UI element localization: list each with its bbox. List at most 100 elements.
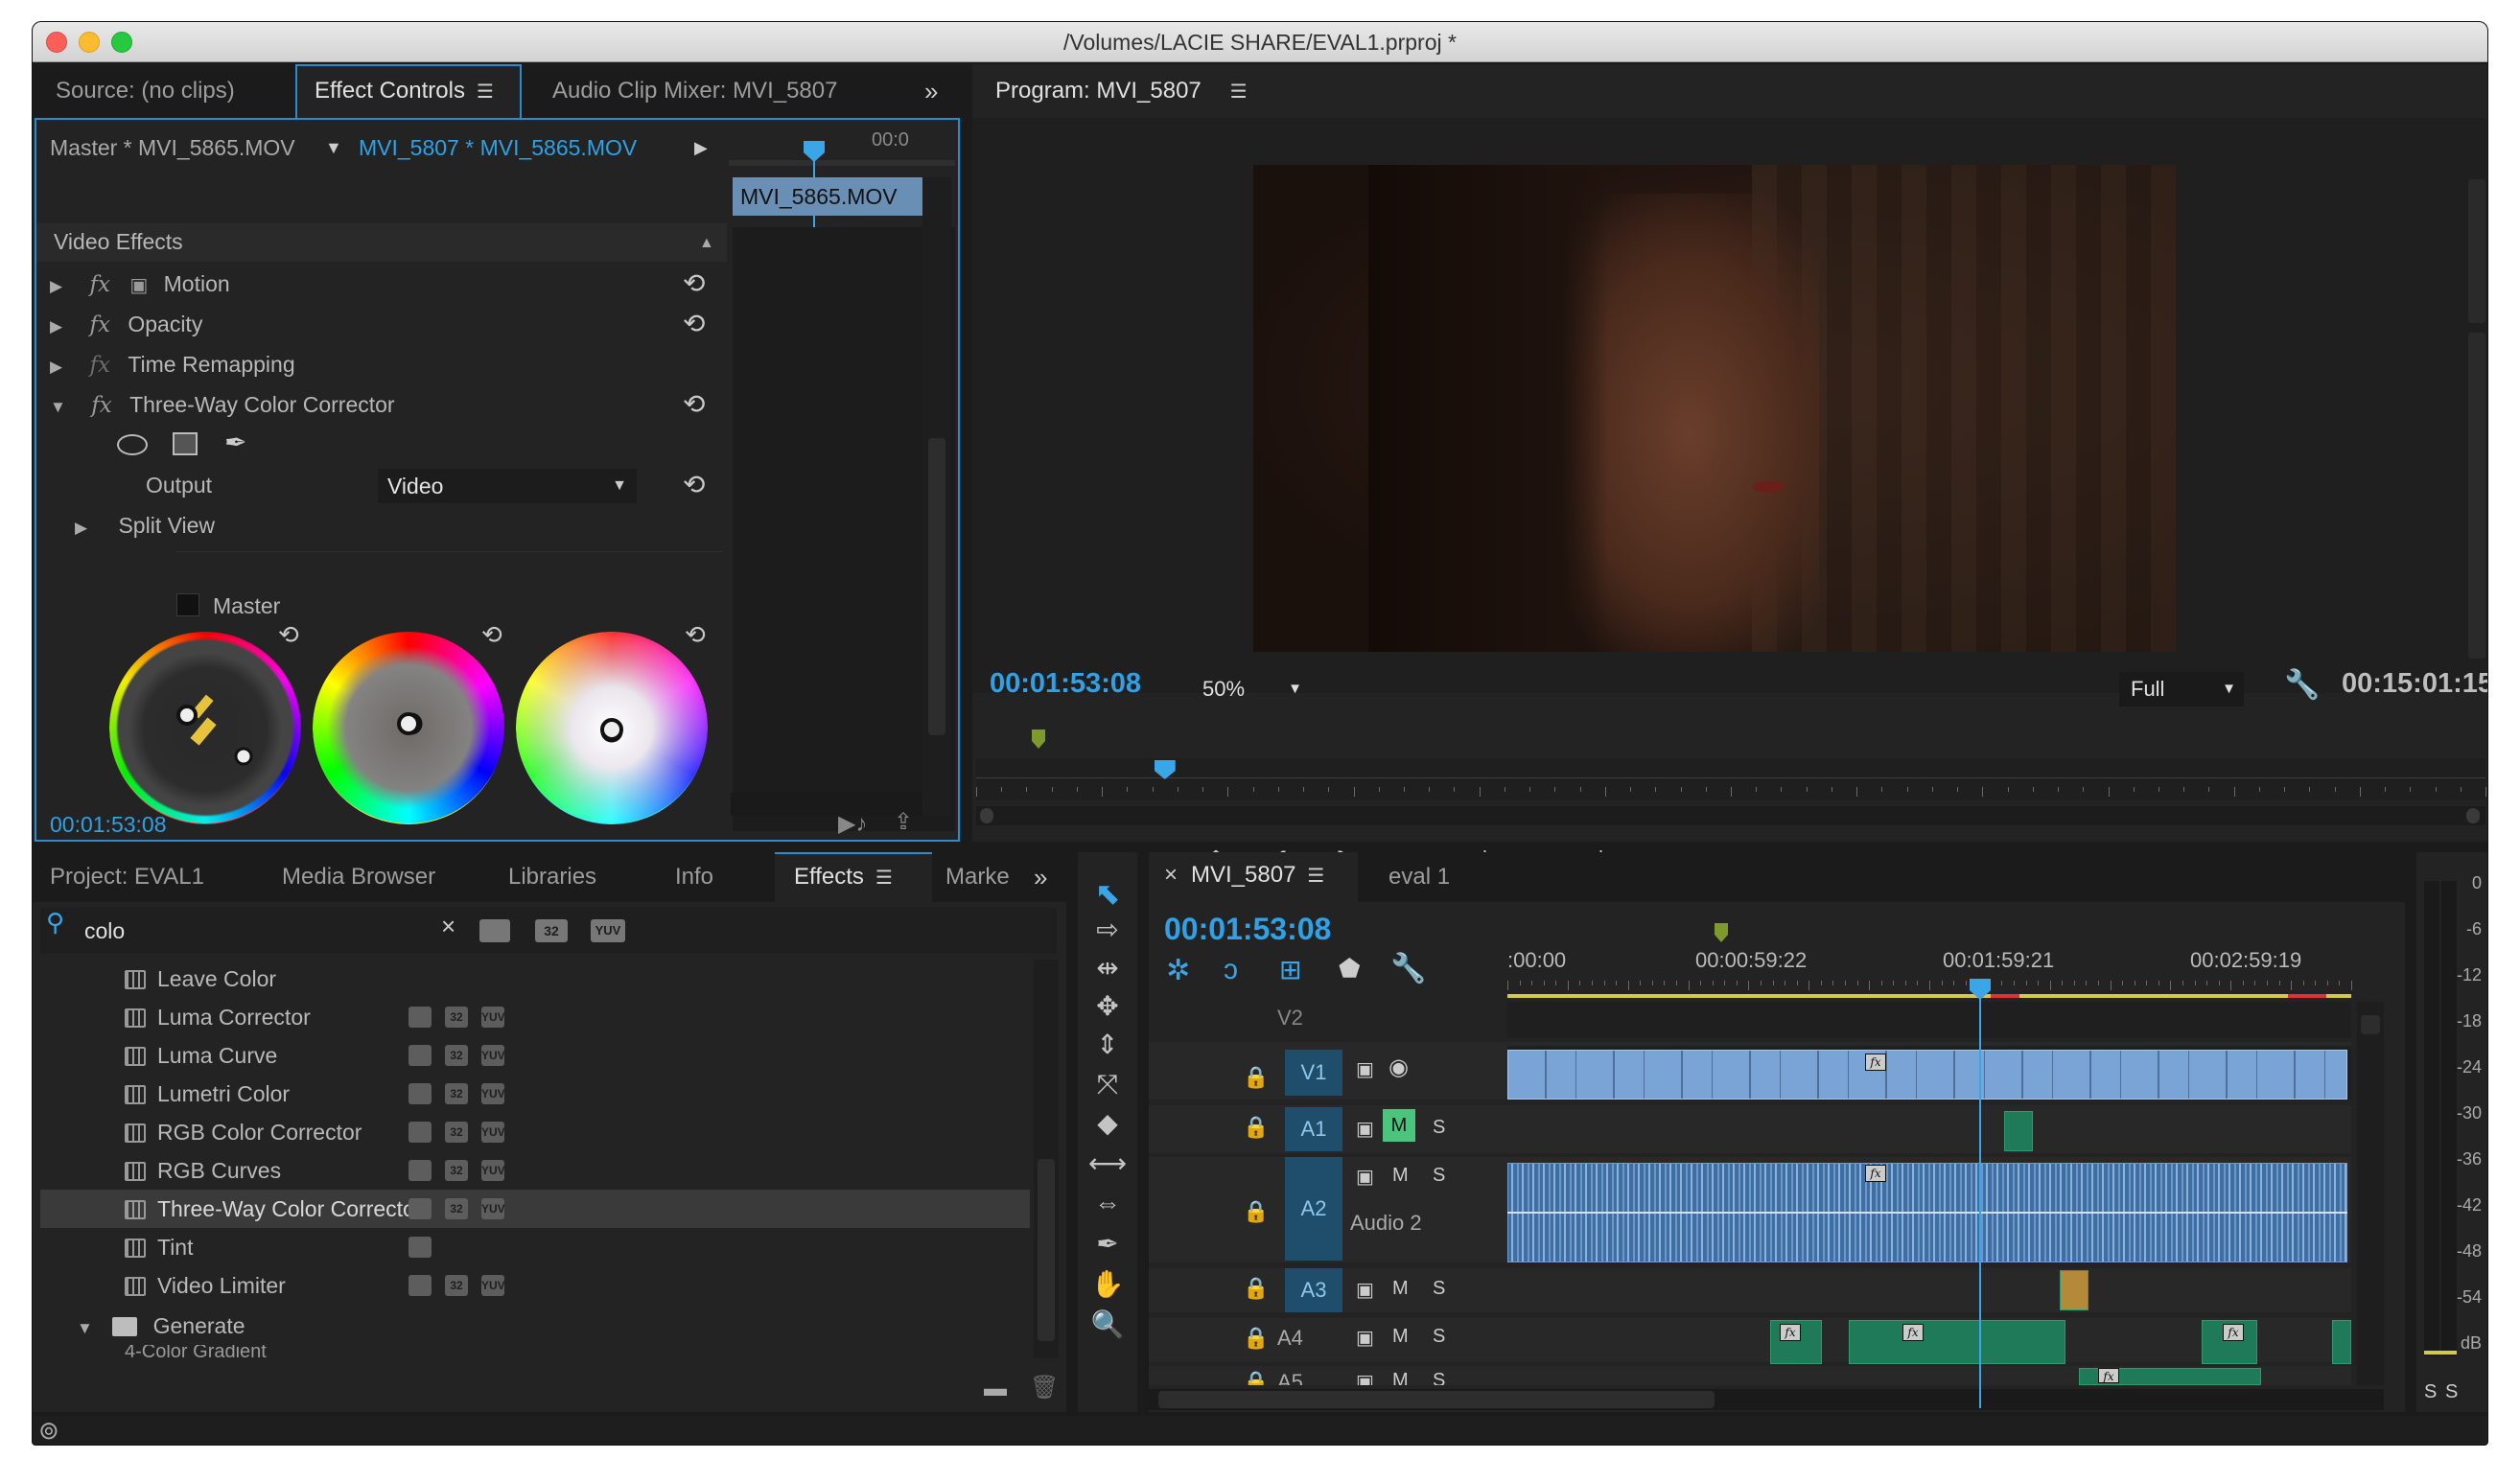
expand-triangle-icon[interactable]: ▶ xyxy=(50,317,62,336)
video-clip-v1[interactable] xyxy=(1507,1050,2347,1100)
effects-search-input[interactable] xyxy=(84,915,449,946)
reset-icon[interactable]: ⟲ xyxy=(683,384,705,425)
playhead-marker-icon[interactable] xyxy=(804,141,825,162)
transform-icon[interactable]: ▣ xyxy=(129,275,148,296)
lock-icon[interactable]: 🔒 xyxy=(1243,1115,1269,1140)
effect-motion-row[interactable]: ▶ fx ▣ Motion ⟲ xyxy=(50,264,721,304)
accelerated-effects-filter-icon[interactable] xyxy=(479,919,510,942)
eye-icon[interactable]: ◉ xyxy=(1388,1054,1409,1081)
tab-info[interactable]: Info xyxy=(675,852,713,902)
razor-tool-icon[interactable]: ⤧ xyxy=(1078,1069,1137,1100)
fx-badge-icon[interactable]: fx xyxy=(1865,1054,1886,1071)
fx-badge-icon[interactable]: fx xyxy=(1865,1165,1886,1182)
audio-scrub-icon[interactable]: ▶♪ xyxy=(838,810,867,838)
panel-menu-icon[interactable]: ☰ xyxy=(875,868,893,889)
master-checkbox[interactable] xyxy=(176,593,199,616)
export-icon[interactable]: ⇪ xyxy=(894,808,913,836)
expand-triangle-icon[interactable]: ▶ xyxy=(75,519,87,537)
yuv-filter-icon[interactable]: YUV xyxy=(591,919,625,942)
fx-icon[interactable]: fx xyxy=(89,272,109,297)
selection-tool-icon[interactable]: ⬉ xyxy=(1078,875,1137,912)
solo-track-button[interactable]: S xyxy=(1433,1278,1445,1300)
toggle-sync-lock-icon[interactable]: ▣ xyxy=(1356,1165,1374,1189)
lock-icon[interactable]: 🔒 xyxy=(1243,1276,1269,1301)
hand-tool-icon[interactable]: ✋ xyxy=(1078,1268,1137,1300)
close-tab-icon[interactable]: × xyxy=(1164,862,1178,888)
rolling-edit-tool-icon[interactable]: ✥ xyxy=(1078,990,1137,1022)
panel-menu-icon[interactable]: ☰ xyxy=(1230,81,1248,103)
program-timecode[interactable]: 00:01:53:08 xyxy=(990,668,1141,700)
track-a4-label[interactable]: A4 xyxy=(1277,1326,1303,1351)
scrollbar-thumb[interactable] xyxy=(928,438,945,735)
effect-controls-timecode[interactable]: 00:01:53:08 xyxy=(50,812,167,838)
wrench-icon[interactable]: 🔧 xyxy=(2284,668,2320,702)
quality-dropdown[interactable]: Full ▼ xyxy=(2119,672,2244,706)
chevron-down-icon[interactable]: ▼ xyxy=(325,127,342,168)
effect-list-item[interactable]: RGB Color Corrector 32 YUV xyxy=(40,1113,1030,1151)
ripple-edit-tool-icon[interactable]: ⇹ xyxy=(1078,952,1137,984)
effect-opacity-row[interactable]: ▶ fx Opacity ⟲ xyxy=(50,304,721,344)
toggle-sync-lock-icon[interactable]: ▣ xyxy=(1356,1278,1374,1302)
zoom-scroll-bar[interactable] xyxy=(976,806,2485,825)
32bit-filter-icon[interactable]: 32 xyxy=(535,919,568,942)
tab-sequence-mvi5807[interactable]: × MVI_5807 ☰ xyxy=(1149,852,1358,902)
pen-icon[interactable]: ✒ xyxy=(1078,1228,1137,1260)
in-marker-icon[interactable] xyxy=(1032,729,1045,749)
effect-list-item[interactable]: Luma Corrector 32 YUV xyxy=(40,998,1030,1036)
timeline-timecode[interactable]: 00:01:53:08 xyxy=(1164,912,1331,947)
fx-badge-icon[interactable]: fx xyxy=(2098,1368,2119,1383)
monitor-scroll-top[interactable] xyxy=(2468,179,2485,323)
add-marker-icon[interactable]: ⬟ xyxy=(1339,954,1361,984)
insert-nest-icon[interactable]: ⊞ xyxy=(1279,954,1301,985)
audio-clip-a4-4[interactable] xyxy=(2332,1320,2351,1364)
rate-stretch-tool-icon[interactable]: ⇕ xyxy=(1078,1029,1137,1060)
new-bin-icon[interactable]: ▬ xyxy=(984,1376,1007,1402)
effect-time-remapping-row[interactable]: ▶ fx Time Remapping xyxy=(50,344,721,384)
track-select-tool-icon[interactable]: ⇨ xyxy=(1078,914,1137,945)
audio-clip-a4-2[interactable] xyxy=(1849,1320,2065,1364)
panel-menu-icon[interactable]: ☰ xyxy=(1307,866,1324,887)
effect-list-item[interactable]: RGB Curves 32 YUV xyxy=(40,1151,1030,1190)
slip-tool-icon[interactable]: ◆ xyxy=(1078,1107,1137,1139)
zoom-scroll-handle-left[interactable] xyxy=(980,808,993,823)
lock-icon[interactable]: 🔒 xyxy=(1243,1065,1269,1090)
highlights-balance-handle[interactable] xyxy=(600,718,623,741)
track-v1-target[interactable]: V1 xyxy=(1285,1050,1342,1096)
tab-sequence-eval1[interactable]: eval 1 xyxy=(1388,852,1450,902)
effects-scrollbar-thumb[interactable] xyxy=(1038,1159,1055,1341)
snap-icon[interactable]: ✲ xyxy=(1166,954,1190,987)
creative-cloud-icon[interactable]: ⊚ xyxy=(38,1416,59,1445)
output-dropdown[interactable]: Video ▼ xyxy=(378,469,637,503)
fx-badge-icon[interactable]: fx xyxy=(1780,1324,1801,1341)
tab-project[interactable]: Project: EVAL1 xyxy=(50,852,204,902)
timeline-vscroll-thumb[interactable] xyxy=(2361,1015,2380,1034)
zoom-dropdown[interactable]: 50% ▼ xyxy=(1185,672,1308,706)
reset-icon[interactable]: ⟲ xyxy=(683,465,705,505)
split-view-row[interactable]: ▶ Split View xyxy=(75,505,215,545)
mute-track-button[interactable]: M xyxy=(1383,1109,1415,1142)
slide-tool-icon[interactable]: ⟷ xyxy=(1078,1147,1137,1179)
collapse-triangle-icon[interactable]: ▼ xyxy=(50,398,66,416)
tab-markers[interactable]: Marke xyxy=(936,852,1022,902)
tab-media-browser[interactable]: Media Browser xyxy=(282,852,435,902)
partial-effect-item[interactable]: 4-Color Gradient xyxy=(40,1345,1030,1358)
tab-effects[interactable]: Effects ☰ xyxy=(775,852,932,902)
shadows-reset-icon[interactable]: ⟲ xyxy=(278,620,299,650)
effect-list-item[interactable]: Three-Way Color Corrector 32 YUV xyxy=(40,1190,1030,1228)
clear-search-icon[interactable]: × xyxy=(441,912,455,941)
toggle-sync-lock-icon[interactable]: ▣ xyxy=(1356,1326,1374,1350)
fx-badge-icon[interactable]: fx xyxy=(2223,1324,2244,1341)
lock-icon[interactable]: 🔒 xyxy=(1243,1199,1269,1224)
fx-badge-icon[interactable]: fx xyxy=(1902,1324,1924,1341)
generate-folder-row[interactable]: ▼ Generate xyxy=(40,1307,1030,1345)
timeline-settings-wrench-icon[interactable]: 🔧 xyxy=(1390,952,1426,985)
trash-icon[interactable]: 🗑 xyxy=(1030,1374,1059,1401)
effect-list-item[interactable]: Leave Color xyxy=(40,960,1030,998)
tab-audio-clip-mixer[interactable]: Audio Clip Mixer: MVI_5807 xyxy=(541,64,857,118)
tab-source[interactable]: Source: (no clips) xyxy=(44,64,293,118)
ellipse-mask-icon[interactable] xyxy=(117,434,148,455)
zoom-tool-icon[interactable]: 🔍 xyxy=(1078,1308,1137,1340)
linked-selection-icon[interactable]: ↄ xyxy=(1224,954,1238,986)
effect-three-way-row[interactable]: ▼ fx Three-Way Color Corrector ⟲ xyxy=(50,384,721,425)
track-a3-target[interactable]: A3 xyxy=(1285,1268,1342,1312)
